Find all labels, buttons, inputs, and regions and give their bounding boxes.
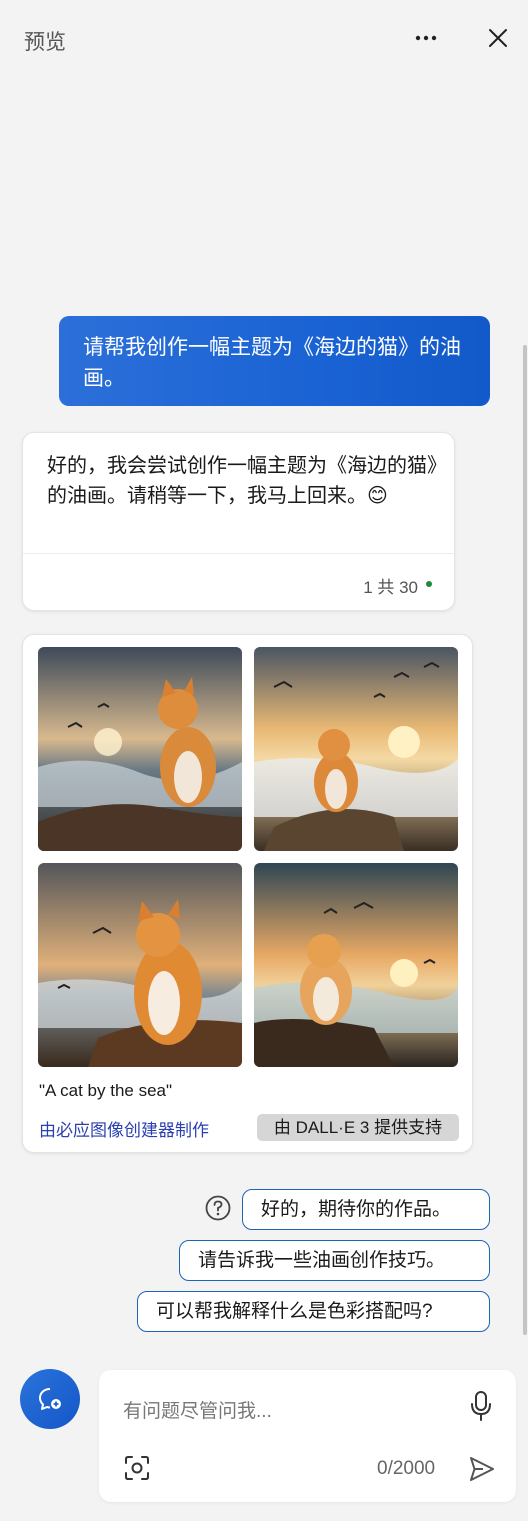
question-circle-icon	[205, 1195, 231, 1221]
more-horizontal-icon	[415, 35, 437, 41]
generated-image-3[interactable]	[38, 863, 242, 1067]
panel-header: 预览	[0, 0, 528, 78]
chat-input-box[interactable]: 有问题尽管问我... 0/2000	[99, 1370, 516, 1502]
cat-by-sea-image-3	[38, 863, 242, 1067]
suggestion-chip[interactable]: 请告诉我一些油画创作技巧。	[179, 1240, 490, 1281]
cat-by-sea-image-1	[38, 647, 242, 851]
send-button[interactable]	[467, 1454, 497, 1484]
microphone-icon	[471, 1391, 491, 1421]
voice-input-button[interactable]	[467, 1390, 495, 1422]
cat-by-sea-image-4	[254, 863, 458, 1067]
close-icon	[489, 29, 507, 47]
suggestion-chip[interactable]: 好的，期待你的作品。	[242, 1189, 490, 1230]
new-topic-button[interactable]	[20, 1369, 80, 1429]
powered-by-badge: 由 DALL·E 3 提供支持	[257, 1114, 459, 1141]
image-results-card: "A cat by the sea" 由必应图像创建器制作 由 DALL·E 3…	[22, 634, 473, 1153]
help-button[interactable]	[204, 1194, 232, 1222]
visual-search-button[interactable]	[123, 1454, 151, 1482]
send-icon	[470, 1457, 494, 1481]
character-counter: 0/2000	[377, 1458, 436, 1479]
divider	[23, 553, 454, 554]
user-message: 请帮我创作一幅主题为《海边的猫》的油画。	[59, 316, 490, 406]
generated-image-1[interactable]	[38, 647, 242, 851]
scrollbar[interactable]	[523, 345, 527, 1335]
bot-message-card: 好的，我会尝试创作一幅主题为《海边的猫》的油画。请稍等一下，我马上回来。😊 1 …	[22, 432, 455, 611]
chat-input[interactable]: 有问题尽管问我...	[123, 1396, 272, 1423]
new-chat-icon	[39, 1388, 61, 1410]
suggestion-chip[interactable]: 可以帮我解释什么是色彩搭配吗?	[137, 1291, 490, 1332]
camera-scan-icon	[125, 1456, 149, 1480]
panel-title: 预览	[24, 31, 66, 54]
bot-message-text: 好的，我会尝试创作一幅主题为《海边的猫》的油画。请稍等一下，我马上回来。😊	[47, 455, 437, 507]
close-button[interactable]	[482, 22, 514, 54]
cat-by-sea-image-2	[254, 647, 458, 851]
image-caption: "A cat by the sea"	[39, 1081, 173, 1100]
generated-image-2[interactable]	[254, 647, 458, 851]
turn-counter: 1 共 30	[363, 578, 418, 597]
status-dot	[426, 581, 432, 587]
image-creator-link[interactable]: 由必应图像创建器制作	[39, 1116, 209, 1141]
generated-image-4[interactable]	[254, 863, 458, 1067]
more-options-button[interactable]	[410, 22, 442, 54]
